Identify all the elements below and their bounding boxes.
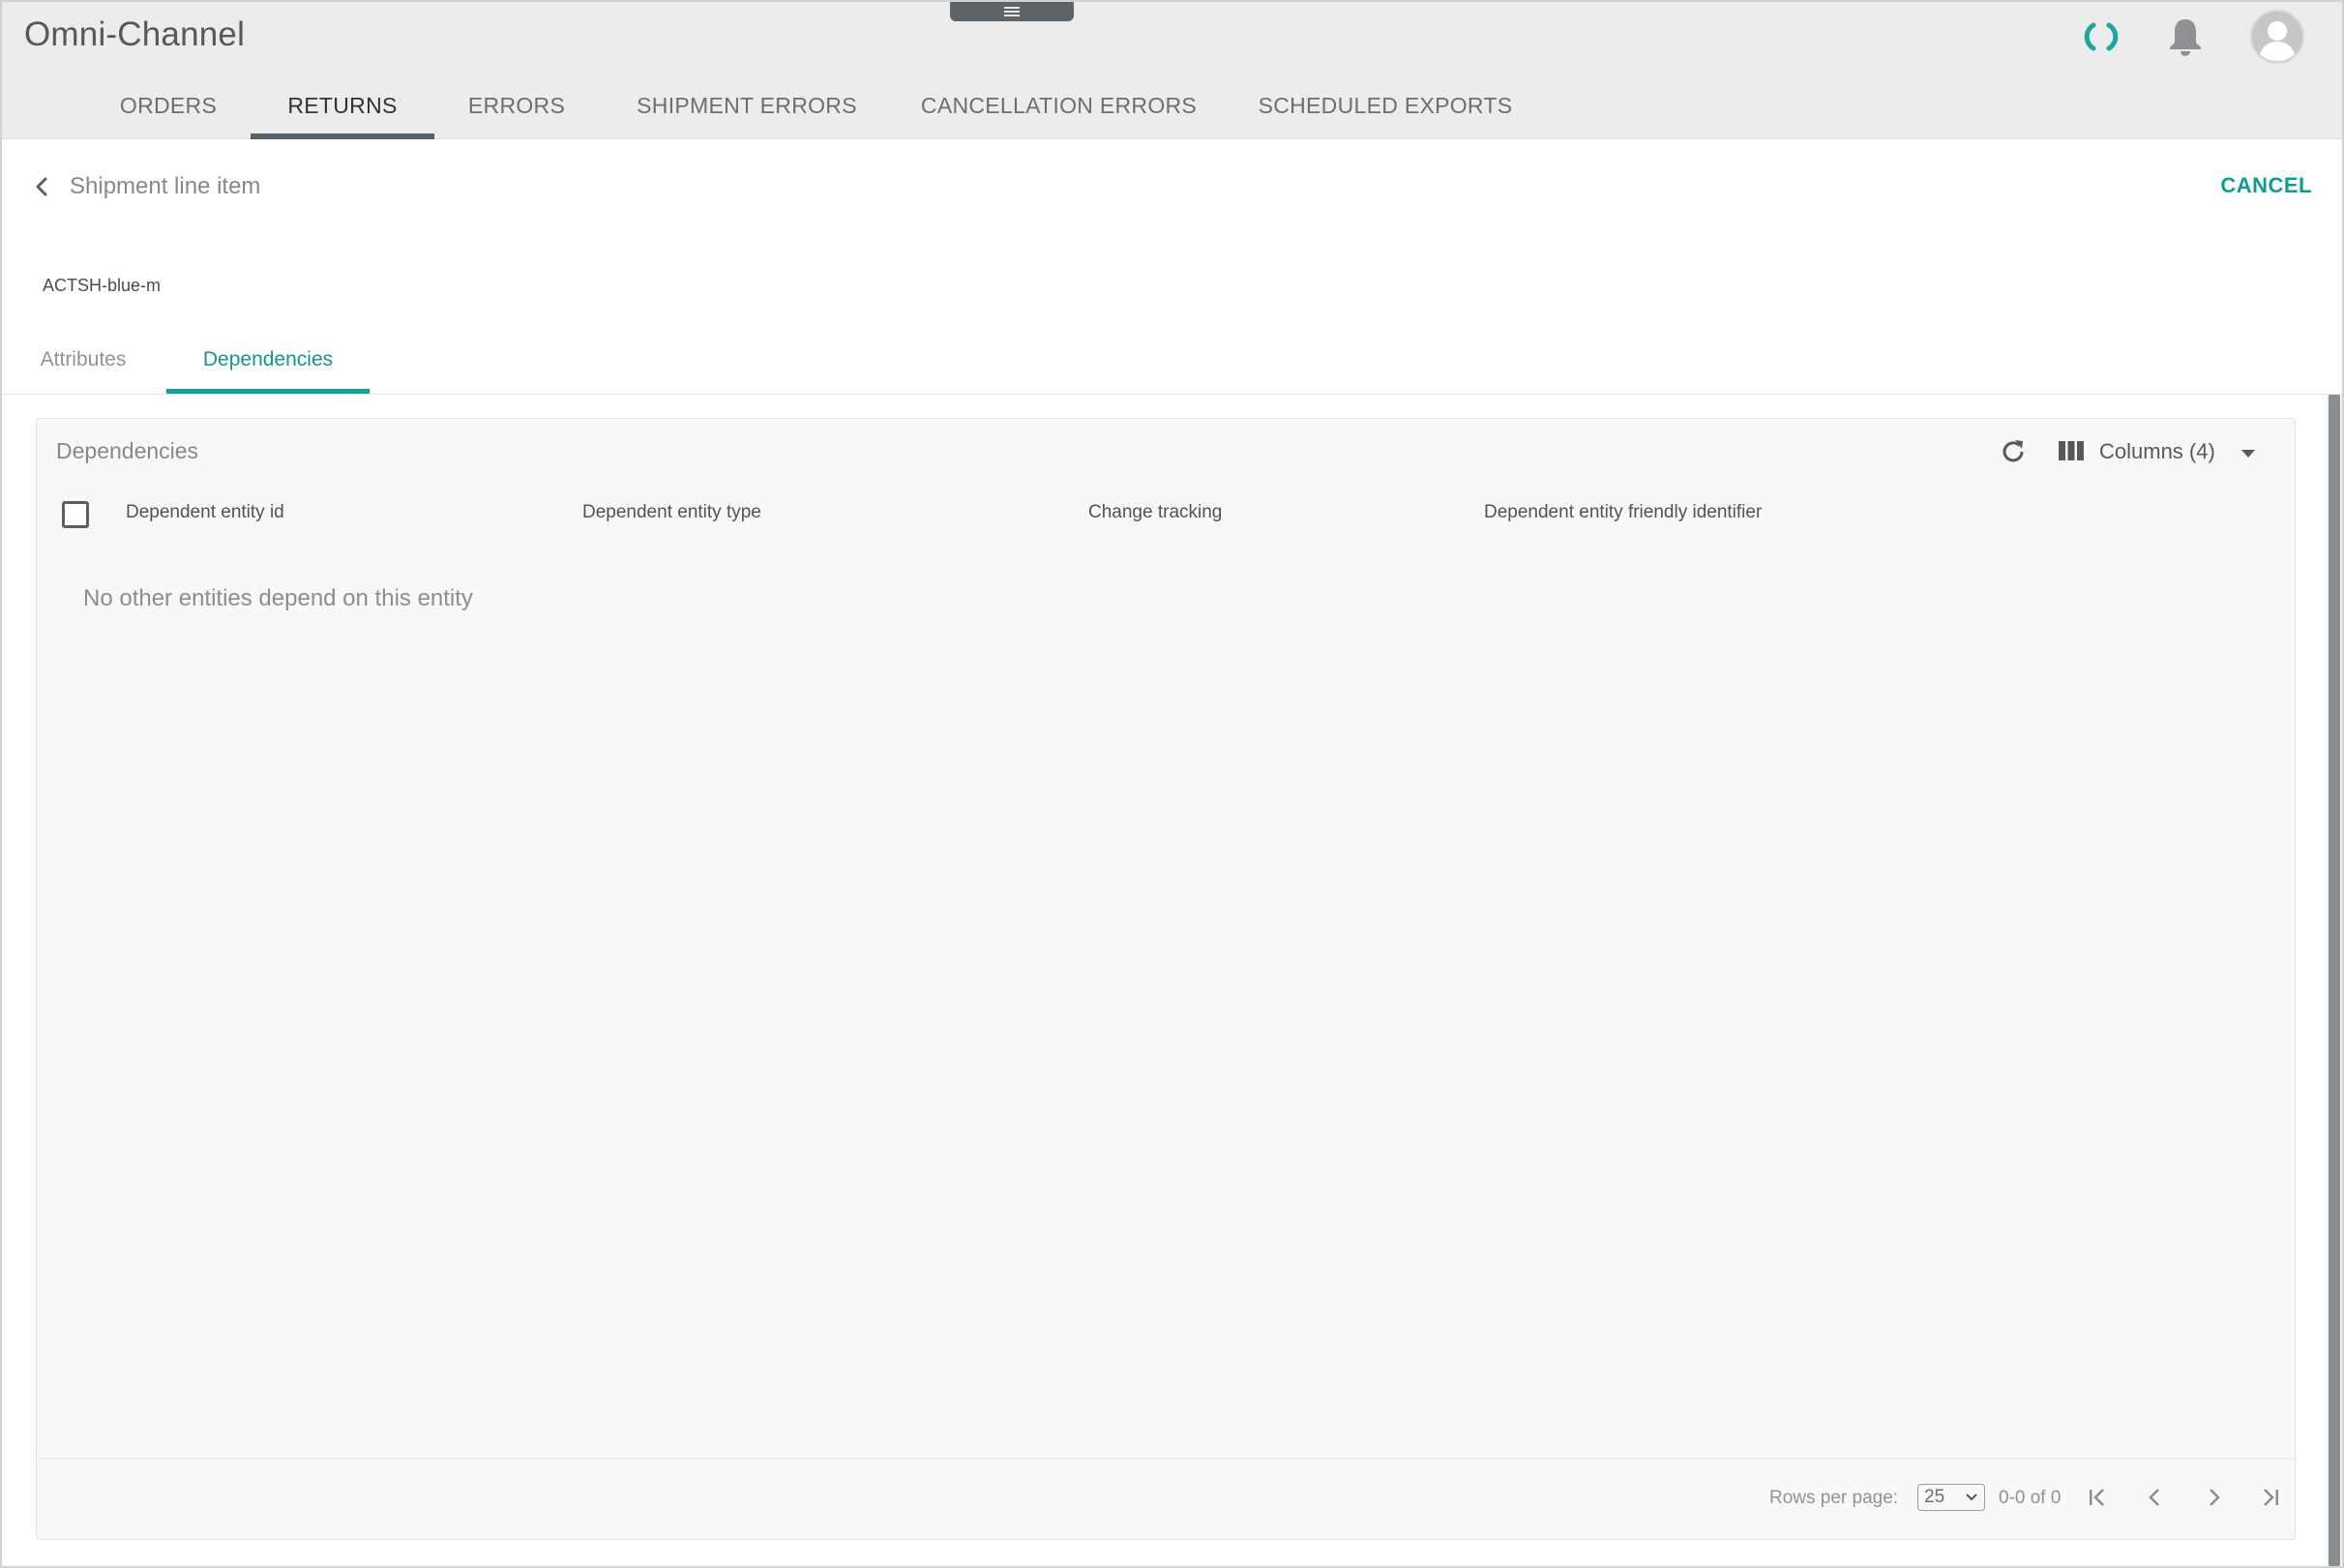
next-page-icon[interactable] — [2198, 1482, 2229, 1513]
pagination-range: 0-0 of 0 — [1999, 1488, 2062, 1508]
rows-per-page-value: 25 — [1924, 1487, 1945, 1507]
columns-icon[interactable] — [2058, 438, 2085, 463]
user-avatar-icon[interactable] — [2250, 10, 2304, 64]
empty-state-message: No other entities depend on this entity — [83, 585, 473, 611]
tab-errors[interactable]: ERRORS — [454, 83, 579, 139]
scrollbar-thumb[interactable] — [2329, 395, 2340, 1566]
detail-tab-bar: Attributes Dependencies — [0, 329, 2340, 395]
tab-dependencies[interactable]: Dependencies — [166, 329, 370, 395]
active-tab-indicator — [251, 133, 434, 139]
tab-cancellation-errors[interactable]: CANCELLATION ERRORS — [911, 83, 1206, 139]
vertical-scrollbar[interactable] — [2327, 395, 2342, 1566]
tab-scheduled-exports[interactable]: SCHEDULED EXPORTS — [1250, 83, 1521, 139]
panel-title: Dependencies — [56, 438, 199, 463]
refresh-icon[interactable] — [1998, 436, 2029, 467]
rows-per-page-select[interactable]: 25 — [1917, 1484, 1985, 1511]
column-header-dependent-entity-id[interactable]: Dependent entity id — [126, 502, 284, 523]
main-tab-bar: ORDERS RETURNS ERRORS SHIPMENT ERRORS CA… — [2, 83, 2342, 139]
tab-divider — [2, 394, 2342, 395]
column-header-dependent-entity-type[interactable]: Dependent entity type — [582, 502, 761, 523]
app-header: Omni-Channel ORDERS RETURNS ERRORS SHIPM… — [2, 2, 2342, 139]
footer-divider — [37, 1458, 2295, 1459]
back-arrow-icon[interactable] — [29, 172, 54, 201]
tab-attributes[interactable]: Attributes — [29, 329, 137, 395]
cancel-button[interactable]: CANCEL — [2215, 173, 2312, 202]
tab-returns-label: RETURNS — [287, 93, 398, 118]
tab-shipment-errors-label: SHIPMENT ERRORS — [637, 93, 857, 118]
menu-toggle-button[interactable] — [950, 2, 1074, 21]
columns-selector[interactable]: Columns (4) — [2099, 439, 2215, 464]
chevron-down-icon — [1966, 1494, 1977, 1501]
column-header-change-tracking[interactable]: Change tracking — [1088, 502, 1222, 523]
previous-page-icon[interactable] — [2140, 1482, 2171, 1513]
tab-dependencies-label: Dependencies — [202, 348, 334, 370]
dependencies-panel: Dependencies Columns (4) Dependent entit… — [36, 418, 2296, 1540]
entity-identifier: ACTSH-blue-m — [43, 276, 162, 295]
tab-cancellation-errors-label: CANCELLATION ERRORS — [920, 93, 1198, 118]
caret-down-icon[interactable] — [2238, 446, 2259, 461]
menu-icon — [1004, 7, 1020, 16]
rows-per-page-label: Rows per page: — [1769, 1488, 1899, 1508]
bell-icon[interactable] — [2166, 15, 2205, 58]
select-all-checkbox[interactable] — [62, 501, 89, 528]
tab-orders[interactable]: ORDERS — [105, 83, 231, 139]
last-page-icon[interactable] — [2255, 1482, 2286, 1513]
page-title: Shipment line item — [70, 173, 261, 199]
tab-errors-label: ERRORS — [467, 93, 566, 118]
tab-shipment-errors[interactable]: SHIPMENT ERRORS — [621, 83, 873, 139]
tab-attributes-label: Attributes — [40, 348, 127, 370]
tab-returns[interactable]: RETURNS — [251, 83, 434, 139]
loading-icon — [2084, 22, 2119, 51]
tab-scheduled-exports-label: SCHEDULED EXPORTS — [1258, 93, 1513, 118]
tab-orders-label: ORDERS — [119, 93, 218, 118]
app-title: Omni-Channel — [24, 15, 246, 53]
first-page-icon[interactable] — [2082, 1482, 2113, 1513]
column-header-friendly-identifier[interactable]: Dependent entity friendly identifier — [1484, 502, 1762, 523]
